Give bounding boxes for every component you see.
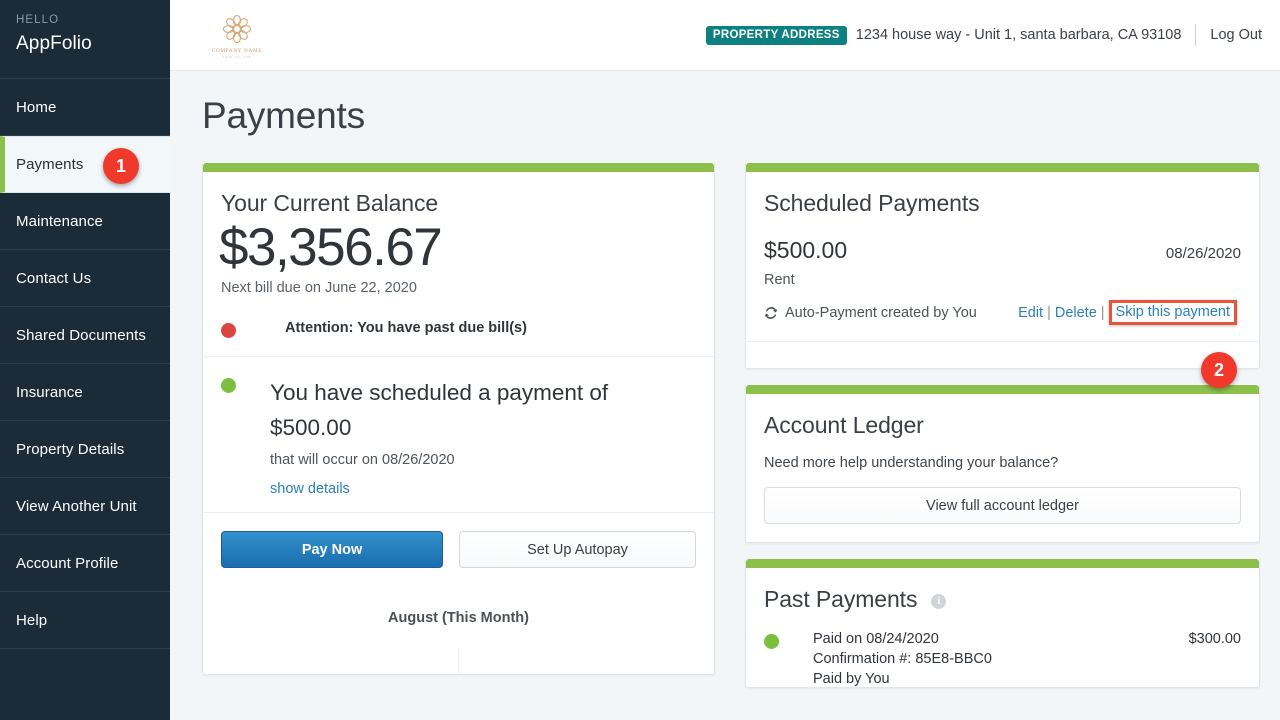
scheduled-payment-row: $500.00 08/26/2020	[746, 217, 1259, 264]
set-up-autopay-button[interactable]: Set Up Autopay	[459, 531, 696, 569]
logo-tagline: YOUR TAG LINE	[222, 54, 252, 59]
balance-card-title: Your Current Balance	[221, 190, 439, 216]
sidebar-item-label: Payments	[16, 156, 84, 173]
paid-status-dot-icon	[764, 634, 779, 649]
view-full-account-ledger-button[interactable]: View full account ledger	[764, 487, 1241, 524]
company-logo: COMPANY NAME YOUR TAG LINE	[204, 12, 270, 59]
past-payments-title: Past Payments	[764, 586, 918, 612]
sidebar-item-label: Home	[16, 98, 57, 116]
alert-status-dot-icon	[221, 323, 236, 339]
log-out-link[interactable]: Log Out	[1210, 27, 1262, 43]
sidebar-item-label: Shared Documents	[16, 326, 147, 344]
past-due-alert-row: Attention: You have past due bill(s)	[203, 296, 714, 358]
card-accent-stripe	[746, 385, 1259, 394]
auto-payment-text: Auto-Payment created by You	[785, 304, 977, 321]
sidebar-item-maintenance[interactable]: Maintenance	[0, 193, 170, 250]
account-ledger-question: Need more help understanding your balanc…	[764, 455, 1059, 471]
sidebar-item-help[interactable]: Help	[0, 592, 170, 649]
card-accent-stripe	[203, 163, 714, 172]
auto-payment-note: Auto-Payment created by You	[764, 305, 977, 321]
edit-payment-link[interactable]: Edit	[1018, 305, 1043, 321]
sidebar-item-contact-us[interactable]: Contact Us	[0, 250, 170, 307]
flower-logo-icon	[222, 14, 252, 43]
scheduled-payment-notice-row: You have scheduled a payment of $500.00 …	[203, 357, 714, 514]
scheduled-payment-date: 08/26/2020	[1165, 245, 1241, 262]
main-area: COMPANY NAME YOUR TAG LINE PROPERTY ADDR…	[170, 0, 1280, 720]
sidebar-item-home[interactable]: Home	[0, 79, 170, 136]
greeting-hello-label: HELLO	[16, 14, 60, 26]
topbar-right: PROPERTY ADDRESS 1234 house way - Unit 1…	[705, 24, 1262, 46]
greeting-user-name: AppFolio	[16, 33, 92, 54]
scheduled-payments-title: Scheduled Payments	[764, 190, 980, 216]
sidebar-item-label: Maintenance	[16, 212, 103, 230]
sidebar-filler	[0, 649, 170, 720]
app-root: HELLO AppFolio Home Payments 1 Maintenan…	[0, 0, 1280, 720]
scheduled-payment-type: Rent	[764, 272, 795, 288]
card-accent-stripe	[746, 163, 1259, 172]
past-payments-card: Past Payments i Paid on 08/24/2020 $300.…	[745, 559, 1260, 688]
past-payments-header: Past Payments i	[746, 568, 1259, 613]
past-due-alert-text: Attention: You have past due bill(s)	[285, 320, 527, 337]
month-section-label: August (This Month)	[388, 610, 529, 627]
past-payment-amount: $300.00	[1188, 631, 1241, 647]
balance-amount: $3,356.67	[219, 218, 443, 277]
property-address-text: 1234 house way - Unit 1, santa barbara, …	[855, 27, 1182, 43]
page-title: Payments	[202, 95, 365, 136]
topbar: COMPANY NAME YOUR TAG LINE PROPERTY ADDR…	[170, 0, 1280, 71]
step-badge-2: 2	[1201, 352, 1237, 388]
sidebar-item-property-details[interactable]: Property Details	[0, 421, 170, 478]
link-separator: |	[1047, 304, 1051, 321]
scheduled-payment-actions: Auto-Payment created by You Edit | Delet…	[746, 288, 1259, 342]
pay-now-button[interactable]: Pay Now	[221, 531, 444, 569]
current-balance-card: Your Current Balance $3,356.67 Next bill…	[202, 163, 715, 676]
sidebar-item-label: Help	[16, 611, 48, 629]
sidebar-item-view-another-unit[interactable]: View Another Unit	[0, 478, 170, 535]
past-payment-summary: Paid on 08/24/2020 $300.00	[813, 631, 1241, 647]
refresh-icon	[764, 306, 778, 320]
right-column: Scheduled Payments $500.00 08/26/2020 Re…	[745, 163, 1260, 688]
property-address-badge: PROPERTY ADDRESS	[705, 25, 847, 45]
sidebar-item-label: Property Details	[16, 440, 125, 458]
topbar-divider	[1195, 24, 1197, 46]
sidebar: HELLO AppFolio Home Payments 1 Maintenan…	[0, 0, 170, 720]
left-column: Your Current Balance $3,356.67 Next bill…	[202, 163, 715, 676]
month-column-divider	[203, 648, 459, 675]
scheduled-occur-date: that will occur on 08/26/2020	[270, 452, 455, 469]
next-bill-due-text: Next bill due on June 22, 2020	[221, 280, 417, 297]
skip-this-payment-link[interactable]: Skip this payment	[1108, 300, 1237, 325]
sidebar-item-payments[interactable]: Payments 1	[0, 136, 170, 193]
card-accent-stripe	[746, 559, 1259, 568]
scheduled-payment-amount: $500.00	[764, 237, 848, 263]
sidebar-greeting: HELLO AppFolio	[0, 0, 170, 79]
show-details-link[interactable]: show details	[270, 481, 350, 497]
sidebar-item-label: View Another Unit	[16, 497, 137, 515]
sidebar-item-account-profile[interactable]: Account Profile	[0, 535, 170, 592]
scheduled-card-footer	[746, 342, 1259, 368]
step-badge-1: 1	[103, 148, 139, 184]
scheduled-payment-links: Edit | Delete | Skip this payment	[1014, 300, 1241, 325]
account-ledger-title: Account Ledger	[764, 412, 924, 438]
sidebar-item-label: Contact Us	[16, 269, 92, 287]
past-payment-item: Paid on 08/24/2020 $300.00 Confirmation …	[746, 613, 1259, 687]
past-payment-confirmation: Confirmation #: 85E8-BBC0	[813, 651, 992, 667]
scheduled-payments-card: Scheduled Payments $500.00 08/26/2020 Re…	[745, 163, 1260, 388]
past-payment-paid-by: Paid by You	[813, 671, 890, 687]
scheduled-headline: You have scheduled a payment of $500.00	[270, 380, 609, 441]
account-ledger-card: Account Ledger Need more help understand…	[745, 385, 1260, 543]
sidebar-item-shared-documents[interactable]: Shared Documents	[0, 307, 170, 364]
info-icon[interactable]: i	[931, 594, 947, 609]
sidebar-item-label: Account Profile	[16, 554, 119, 572]
content-columns: Your Current Balance $3,356.67 Next bill…	[170, 137, 1280, 688]
scheduled-notice-body: You have scheduled a payment of $500.00 …	[270, 375, 650, 498]
balance-action-buttons: Pay Now Set Up Autopay	[203, 513, 714, 590]
scheduled-status-dot-icon	[221, 378, 236, 394]
past-payment-body: Paid on 08/24/2020 $300.00 Confirmation …	[813, 631, 1241, 687]
delete-payment-link[interactable]: Delete	[1055, 305, 1097, 321]
past-payment-date: Paid on 08/24/2020	[813, 631, 939, 647]
sidebar-item-insurance[interactable]: Insurance	[0, 364, 170, 421]
sidebar-item-label: Insurance	[16, 383, 83, 401]
logo-company-name: COMPANY NAME	[211, 47, 263, 54]
link-separator: |	[1100, 304, 1105, 321]
